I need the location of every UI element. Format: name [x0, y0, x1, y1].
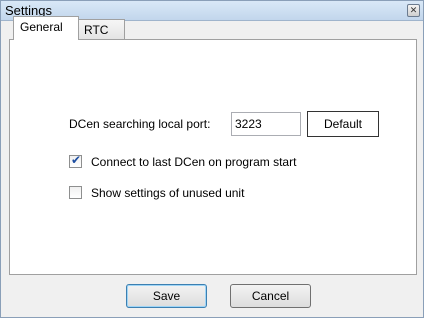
port-label: DCen searching local port: — [69, 117, 211, 131]
show-unused-label[interactable]: Show settings of unused unit — [91, 186, 244, 200]
close-icon[interactable]: ✕ — [407, 4, 420, 17]
checkmark-icon: ✔ — [71, 153, 82, 167]
show-unused-checkbox[interactable] — [69, 186, 82, 199]
settings-window: Settings ✕ General RTC DCen searching lo… — [0, 0, 424, 318]
tab-rtc[interactable]: RTC — [77, 19, 125, 40]
tab-general[interactable]: General — [13, 16, 79, 40]
port-input[interactable] — [231, 112, 301, 136]
connect-last-checkbox[interactable]: ✔ — [69, 153, 82, 168]
save-button[interactable]: Save — [126, 284, 207, 308]
cancel-button[interactable]: Cancel — [230, 284, 311, 308]
connect-last-label[interactable]: Connect to last DCen on program start — [91, 155, 296, 169]
default-button[interactable]: Default — [307, 111, 379, 137]
general-panel: DCen searching local port: Default ✔ Con… — [9, 39, 417, 275]
